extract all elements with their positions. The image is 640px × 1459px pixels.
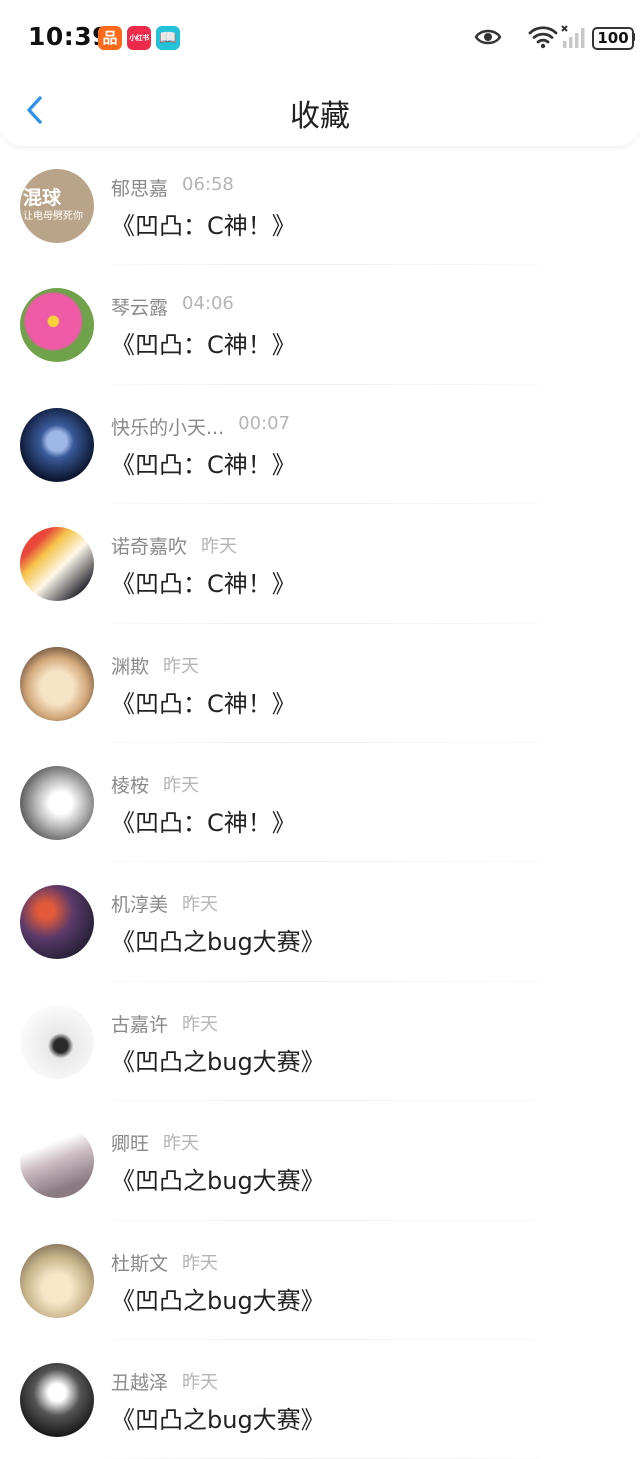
avatar[interactable] — [20, 1004, 94, 1079]
avatar[interactable] — [20, 1362, 94, 1437]
post-title[interactable]: 《凹凸之bug大赛》 — [111, 1281, 325, 1316]
timestamp: 04:06 — [182, 293, 234, 315]
top-bar: 10:39 品 小红书 📖 100 收藏 — [0, 0, 640, 146]
favorite-item[interactable]: 诺奇嘉吹 昨天《凹凸：C神！》 — [0, 504, 640, 624]
kuaishou-icon: 品 — [98, 26, 122, 50]
timestamp: 昨天 — [163, 1133, 200, 1155]
favorite-item[interactable]: 快乐的小天... 00:07 《凹凸：C神！》 — [0, 385, 640, 505]
avatar[interactable] — [20, 288, 94, 363]
post-title[interactable]: 《凹凸之bug大赛》 — [111, 1161, 325, 1196]
timestamp: 06:58 — [182, 174, 234, 195]
post-title[interactable]: 《凹凸：C神！》 — [111, 206, 296, 241]
item-meta: 丑越泽 昨天 — [111, 1368, 218, 1394]
eye-icon — [474, 29, 502, 45]
avatar[interactable] — [20, 1243, 94, 1318]
post-title[interactable]: 《凹凸：C神！》 — [111, 445, 296, 480]
item-meta: 棱桉 昨天 — [111, 771, 199, 797]
nav-bar: 收藏 — [0, 76, 640, 146]
username[interactable]: 诺奇嘉吹 — [111, 532, 187, 559]
status-bar: 10:39 品 小红书 📖 100 — [0, 0, 640, 76]
username[interactable]: 渊欺 — [111, 652, 149, 679]
username[interactable]: 快乐的小天... — [111, 413, 224, 440]
item-meta: 机淳美 昨天 — [111, 890, 218, 916]
post-title[interactable]: 《凹凸之bug大赛》 — [111, 1400, 325, 1435]
username[interactable]: 棱桉 — [111, 771, 149, 798]
favorite-item[interactable]: 古嘉许 昨天《凹凸之bug大赛》 — [0, 982, 640, 1102]
wifi-icon — [528, 26, 558, 49]
favorite-item[interactable]: 渊欺 昨天《凹凸：C神！》 — [0, 624, 640, 743]
favorite-item[interactable]: 杜斯文 昨天《凹凸之bug大赛》 — [0, 1221, 640, 1340]
battery-indicator: 100 — [592, 27, 634, 50]
username[interactable]: 机淳美 — [111, 890, 168, 917]
avatar[interactable]: 混球 让电母劈死你 — [20, 169, 94, 243]
username[interactable]: 杜斯文 — [111, 1249, 168, 1276]
avatar[interactable] — [20, 527, 94, 602]
post-title[interactable]: 《凹凸：C神！》 — [111, 803, 296, 838]
item-meta: 诺奇嘉吹 昨天 — [111, 532, 237, 558]
page-title: 收藏 — [290, 99, 350, 134]
item-meta: 琴云露 04:06 — [111, 293, 234, 319]
post-title[interactable]: 《凹凸之bug大赛》 — [111, 1042, 325, 1077]
username[interactable]: 丑越泽 — [111, 1368, 168, 1395]
username[interactable]: 卿旺 — [111, 1129, 149, 1156]
username[interactable]: 琴云露 — [111, 293, 168, 320]
item-meta: 杜斯文 昨天 — [111, 1249, 218, 1275]
avatar[interactable] — [20, 1124, 94, 1199]
item-meta: 快乐的小天... 00:07 — [111, 413, 290, 439]
favorite-item[interactable]: 卿旺 昨天《凹凸之bug大赛》 — [0, 1101, 640, 1221]
timestamp: 昨天 — [201, 536, 238, 558]
item-meta: 郁思嘉 06:58 — [111, 174, 234, 200]
avatar[interactable] — [20, 646, 94, 721]
timestamp: 昨天 — [163, 655, 200, 677]
favorite-item[interactable]: 机淳美 昨天《凹凸之bug大赛》 — [0, 862, 640, 982]
xiaohongshu-icon: 小红书 — [127, 26, 151, 50]
post-title[interactable]: 《凹凸：C神！》 — [111, 325, 296, 360]
username[interactable]: 古嘉许 — [111, 1010, 168, 1037]
item-meta: 渊欺 昨天 — [111, 652, 199, 678]
favorites-list: 混球 让电母劈死你 郁思嘉 06:58 《凹凸：C神！》 琴云露 04:06 《凹凸：C神！》… — [0, 146, 640, 1459]
post-title[interactable]: 《凹凸之bug大赛》 — [111, 922, 325, 957]
avatar-subtext: 让电母劈死你 — [23, 211, 83, 222]
timestamp: 昨天 — [163, 774, 200, 796]
timestamp: 00:07 — [238, 412, 290, 434]
timestamp: 昨天 — [182, 1371, 219, 1393]
item-meta: 古嘉许 昨天 — [111, 1010, 218, 1036]
favorite-item[interactable]: 琴云露 04:06 《凹凸：C神！》 — [0, 265, 640, 385]
post-title[interactable]: 《凹凸：C神！》 — [111, 684, 296, 719]
avatar[interactable] — [20, 407, 94, 482]
signal-icon — [561, 25, 585, 48]
avatar-text: 混球 — [23, 187, 62, 209]
favorite-item[interactable]: 混球 让电母劈死你 郁思嘉 06:58 《凹凸：C神！》 — [0, 146, 640, 266]
battery-tip — [632, 33, 635, 41]
avatar[interactable] — [20, 885, 94, 960]
timestamp: 昨天 — [182, 1252, 219, 1274]
reader-icon: 📖 — [156, 26, 180, 50]
favorite-item[interactable]: 棱桉 昨天《凹凸：C神！》 — [0, 743, 640, 863]
username[interactable]: 郁思嘉 — [111, 174, 168, 201]
post-title[interactable]: 《凹凸：C神！》 — [111, 564, 296, 599]
favorite-item[interactable]: 丑越泽 昨天《凹凸之bug大赛》 — [0, 1340, 640, 1459]
item-meta: 卿旺 昨天 — [111, 1129, 199, 1155]
avatar[interactable] — [20, 765, 94, 840]
timestamp: 昨天 — [182, 1013, 219, 1035]
timestamp: 昨天 — [182, 894, 219, 916]
